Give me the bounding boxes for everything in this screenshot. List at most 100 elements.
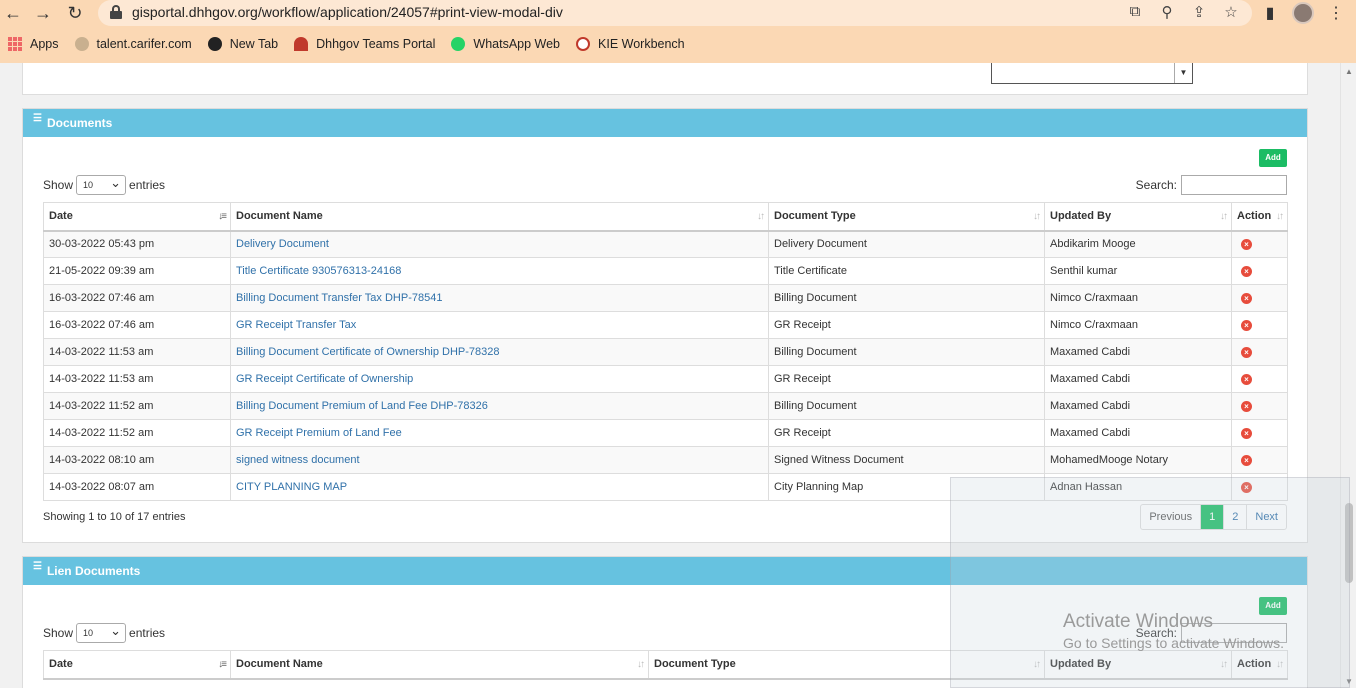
search-input[interactable] (1181, 623, 1287, 643)
document-link[interactable]: Delivery Document (236, 238, 329, 250)
chevron-down-icon[interactable]: ▼ (1174, 63, 1192, 83)
delete-icon[interactable]: × (1241, 455, 1252, 466)
document-link[interactable]: Billing Document Premium of Land Fee DHP… (236, 400, 488, 412)
delete-icon[interactable]: × (1241, 239, 1252, 251)
whatsapp-icon (451, 37, 466, 51)
documents-header: ☰ Documents (23, 109, 1307, 137)
scroll-up-icon[interactable]: ▲ (1345, 67, 1353, 76)
cell-document-type: Delivery Document (768, 230, 1045, 258)
column-header-updated-by[interactable]: Updated By ↓↑ (1044, 650, 1232, 680)
bookmark-teams-portal[interactable]: Dhhgov Teams Portal (286, 33, 443, 55)
document-link[interactable]: Billing Document Certificate of Ownershi… (236, 346, 500, 358)
cell-date: 14-03-2022 11:52 am (43, 392, 231, 420)
sort-desc-icon[interactable]: ↓≡ (218, 211, 227, 222)
cell-action: × (1231, 230, 1288, 258)
document-link[interactable]: signed witness document (236, 454, 360, 466)
forward-arrow-icon[interactable]: → (32, 2, 54, 24)
bookmark-whatsapp[interactable]: WhatsApp Web (443, 33, 568, 55)
column-header-document-type[interactable]: Document Type ↓↑ (768, 202, 1045, 232)
delete-icon[interactable]: × (1241, 266, 1252, 277)
sort-icon[interactable]: ↓↑ (1220, 659, 1228, 670)
cell-document-name: CITY PLANNING MAP (230, 473, 769, 501)
cell-action: × (1231, 365, 1288, 393)
delete-icon[interactable]: × (1241, 320, 1252, 331)
cell-updated-by: Nimco C/raxmaan (1044, 311, 1232, 339)
column-header-document-type[interactable]: Document Type ↓↑ (648, 650, 1045, 680)
bookmark-talent[interactable]: talent.carifer.com (67, 33, 200, 55)
page-1-button[interactable]: 1 (1200, 505, 1224, 529)
top-select[interactable]: ▼ (991, 63, 1193, 84)
table-row: 14-03-2022 08:10 am signed witness docume… (43, 446, 1288, 474)
sort-icon[interactable]: ↓↑ (637, 659, 645, 670)
cell-updated-by: MohamedMooge Notary (1044, 446, 1232, 474)
bookmark-label: KIE Workbench (598, 37, 685, 51)
column-header-action[interactable]: Action ↓↑ (1231, 650, 1288, 680)
menu-dots-icon[interactable]: ⋮ (1326, 3, 1346, 23)
document-link[interactable]: CITY PLANNING MAP (236, 481, 347, 493)
sort-icon[interactable]: ↓↑ (1276, 659, 1284, 670)
address-bar[interactable]: gisportal.dhhgov.org/workflow/applicatio… (98, 0, 1252, 26)
search-input[interactable] (1181, 175, 1287, 195)
sort-icon[interactable]: ↓↑ (1033, 211, 1041, 222)
page-size-value: 10 (83, 180, 94, 190)
column-label: Document Name (236, 210, 323, 223)
column-header-action[interactable]: Action ↓↑ (1231, 202, 1288, 232)
scrollbar-thumb[interactable] (1345, 503, 1353, 583)
column-header-date[interactable]: Date ↓≡ (43, 202, 231, 232)
star-icon[interactable]: ☆ (1222, 3, 1240, 21)
sort-icon[interactable]: ↓↑ (1033, 659, 1041, 670)
table-row: 14-03-2022 11:53 am Billing Document Cert… (43, 338, 1288, 366)
page-size-select[interactable]: 10 (76, 175, 127, 195)
bookmark-new-tab[interactable]: New Tab (200, 33, 286, 55)
delete-icon[interactable]: × (1241, 428, 1252, 439)
add-document-button[interactable]: Add (1259, 149, 1287, 167)
column-header-document-name[interactable]: Document Name ↓↑ (230, 650, 649, 680)
cell-document-type: GR Receipt (768, 419, 1045, 447)
cell-document-name: Delivery Document (230, 230, 769, 258)
document-link[interactable]: GR Receipt Transfer Tax (236, 319, 356, 331)
delete-icon[interactable]: × (1241, 401, 1252, 412)
scroll-down-icon[interactable]: ▼ (1345, 677, 1353, 686)
page-2-button[interactable]: 2 (1223, 505, 1246, 529)
previous-button[interactable]: Previous (1141, 505, 1200, 529)
column-label: Date (49, 658, 73, 671)
column-header-updated-by[interactable]: Updated By ↓↑ (1044, 202, 1232, 232)
cell-date: 30-03-2022 05:43 pm (43, 230, 231, 258)
document-link[interactable]: Billing Document Transfer Tax DHP-78541 (236, 292, 442, 304)
bookmark-kie[interactable]: KIE Workbench (568, 33, 693, 55)
cell-document-name: GR Receipt Transfer Tax (230, 311, 769, 339)
translate-icon[interactable]: ⧉ (1126, 3, 1144, 21)
sidebar-icon[interactable]: ▮ (1260, 3, 1280, 23)
sort-icon[interactable]: ↓↑ (1276, 211, 1284, 222)
next-button[interactable]: Next (1246, 505, 1286, 529)
column-header-date[interactable]: Date ↓≡ (43, 650, 231, 680)
column-header-document-name[interactable]: Document Name ↓↑ (230, 202, 769, 232)
table-row: 14-03-2022 11:52 am Billing Document Prem… (43, 392, 1288, 420)
document-link[interactable]: Title Certificate 930576313-24168 (236, 265, 401, 277)
avatar[interactable] (1292, 2, 1314, 24)
zoom-icon[interactable]: ⚲ (1158, 3, 1176, 21)
column-label: Document Type (654, 658, 736, 671)
reload-icon[interactable]: ↻ (64, 2, 86, 24)
page-scrollbar[interactable]: ▲ ▼ (1340, 63, 1356, 688)
sort-desc-icon[interactable]: ↓≡ (218, 659, 227, 670)
share-icon[interactable]: ⇪ (1190, 3, 1208, 21)
show-entries: Show 10 entries (43, 175, 165, 195)
delete-icon[interactable]: × (1241, 482, 1252, 493)
lock-icon[interactable] (110, 5, 122, 19)
list-icon: ☰ (33, 561, 42, 572)
delete-icon[interactable]: × (1241, 293, 1252, 304)
delete-icon[interactable]: × (1241, 347, 1252, 358)
cell-action: × (1231, 392, 1288, 420)
bookmark-apps[interactable]: Apps (0, 33, 67, 55)
delete-icon[interactable]: × (1241, 374, 1252, 385)
add-lien-document-button[interactable]: Add (1259, 597, 1287, 615)
url-text[interactable]: gisportal.dhhgov.org/workflow/applicatio… (132, 4, 563, 20)
document-link[interactable]: GR Receipt Certificate of Ownership (236, 373, 413, 385)
document-link[interactable]: GR Receipt Premium of Land Fee (236, 427, 402, 439)
cell-date: 14-03-2022 08:10 am (43, 446, 231, 474)
back-arrow-icon[interactable]: ← (2, 2, 24, 24)
sort-icon[interactable]: ↓↑ (1220, 211, 1228, 222)
sort-icon[interactable]: ↓↑ (757, 211, 765, 222)
page-size-select[interactable]: 10 (76, 623, 127, 643)
